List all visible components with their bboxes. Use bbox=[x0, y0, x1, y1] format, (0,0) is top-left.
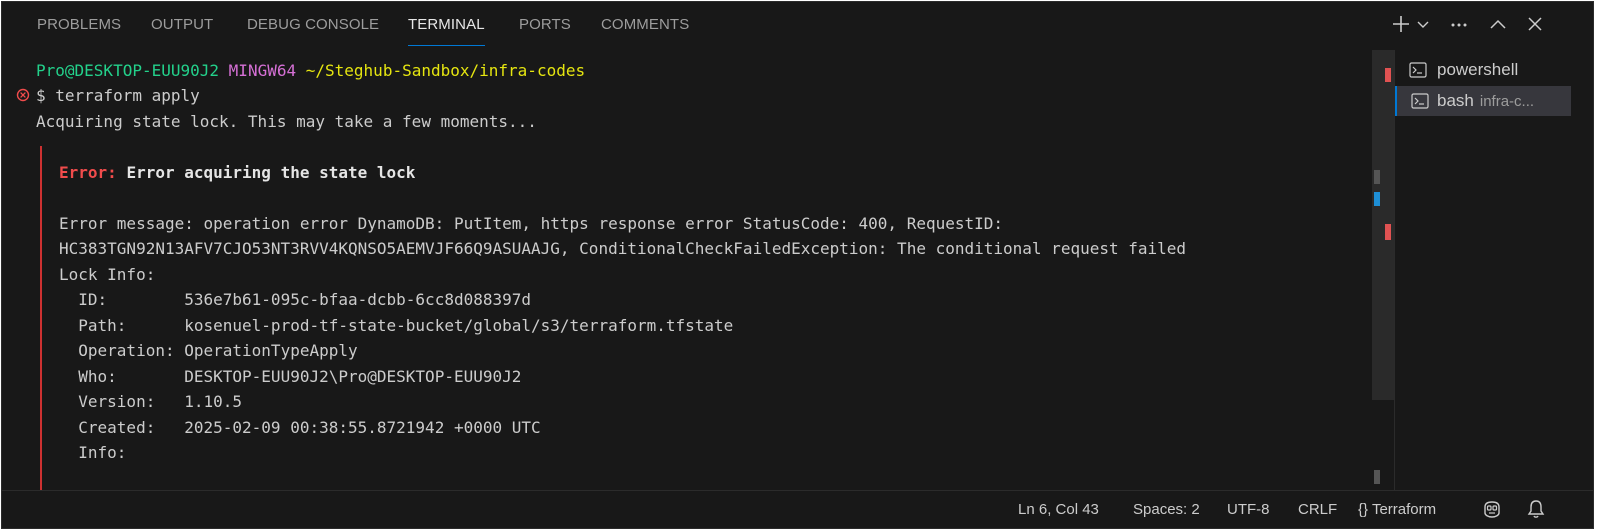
lock-info-key: Created: bbox=[59, 418, 185, 437]
terminal-tabs-list: powershell bash infra-c... bbox=[1394, 50, 1593, 490]
lock-info-key: Version: bbox=[59, 392, 185, 411]
terminal-tab-description: infra-c... bbox=[1479, 93, 1535, 110]
error-block-bar bbox=[40, 146, 42, 490]
lock-info-value: OperationTypeApply bbox=[184, 341, 358, 360]
prompt-user: Pro@DESKTOP-EUU90J2 bbox=[36, 61, 220, 80]
terminal-tab-label: powershell bbox=[1437, 60, 1519, 79]
tab-comments[interactable]: COMMENTS bbox=[601, 16, 689, 42]
acquiring-line: Acquiring state lock. This may take a fe… bbox=[36, 112, 537, 131]
terminal-output[interactable]: Pro@DESKTOP-EUU90J2 MINGW64 ~/Steghub-Sa… bbox=[2, 50, 1372, 490]
lock-info-value: 1.10.5 bbox=[184, 392, 243, 411]
terminal-panel: PROBLEMS OUTPUT DEBUG CONSOLE TERMINAL P… bbox=[1, 1, 1594, 529]
terminal-tab-label: bash infra-c... bbox=[1437, 91, 1534, 111]
error-marker bbox=[1385, 68, 1391, 82]
status-bar: Ln 6, Col 43 Spaces: 2 UTF-8 CRLF {} Ter… bbox=[2, 490, 1593, 528]
lock-info-value: 2025-02-09 00:38:55.8721942 +0000 UTC bbox=[184, 418, 541, 437]
prompt-line: Pro@DESKTOP-EUU90J2 MINGW64 ~/Steghub-Sa… bbox=[36, 58, 585, 83]
lock-info-key: ID: bbox=[59, 290, 185, 309]
terminal-tab-bash[interactable]: bash infra-c... bbox=[1395, 86, 1571, 116]
lock-info-row: Info: bbox=[59, 440, 126, 465]
error-marker bbox=[1385, 224, 1391, 240]
maximize-panel-icon[interactable] bbox=[1487, 14, 1509, 39]
language-mode[interactable]: {} Terraform bbox=[1358, 501, 1436, 518]
lock-info-value: DESKTOP-EUU90J2\Pro@DESKTOP-EUU90J2 bbox=[184, 367, 522, 386]
error-title-line: Error: Error acquiring the state lock bbox=[59, 160, 415, 185]
lock-info-key: Operation: bbox=[59, 341, 185, 360]
lock-info-key: Info: bbox=[59, 443, 127, 462]
lock-info-label: Lock Info: bbox=[59, 265, 156, 284]
command-failed-icon[interactable] bbox=[16, 88, 30, 102]
terminal-icon bbox=[1409, 62, 1427, 78]
ellipsis-icon[interactable] bbox=[1448, 14, 1470, 39]
error-label: Error: bbox=[59, 163, 117, 182]
selection-marker bbox=[1374, 192, 1380, 206]
plus-icon[interactable] bbox=[1390, 14, 1412, 39]
error-message-line-2: HC383TGN92N13AFV7CJO53NT3RVV4KQNSO5AEMVJ… bbox=[59, 239, 1187, 258]
prompt-path: ~/Steghub-Sandbox/infra-codes bbox=[305, 61, 586, 80]
terminal-tab-powershell[interactable]: powershell bbox=[1395, 55, 1569, 85]
braces-icon: {} bbox=[1358, 501, 1369, 518]
scroll-marker bbox=[1374, 170, 1380, 184]
terminal-scrollbar[interactable] bbox=[1372, 50, 1394, 400]
error-title: Error acquiring the state lock bbox=[126, 163, 416, 182]
lock-info-value: kosenuel-prod-tf-state-bucket/global/s3/… bbox=[184, 316, 734, 335]
terminal-tab-name: bash bbox=[1437, 91, 1474, 110]
prompt-env: MINGW64 bbox=[228, 61, 297, 80]
tab-ports[interactable]: PORTS bbox=[519, 16, 571, 42]
end-of-line[interactable]: CRLF bbox=[1298, 501, 1337, 518]
lock-info-row: Who: DESKTOP-EUU90J2\Pro@DESKTOP-EUU90J2 bbox=[59, 364, 521, 389]
lock-info-key: Path: bbox=[59, 316, 185, 335]
bell-icon[interactable] bbox=[1526, 498, 1546, 524]
tab-terminal[interactable]: TERMINAL bbox=[408, 16, 485, 46]
lock-info-row: Operation: OperationTypeApply bbox=[59, 338, 358, 363]
close-icon[interactable] bbox=[1524, 14, 1546, 39]
language-label: Terraform bbox=[1371, 501, 1437, 518]
lock-info-row: Version: 1.10.5 bbox=[59, 389, 242, 414]
panel-tab-bar: PROBLEMS OUTPUT DEBUG CONSOLE TERMINAL P… bbox=[2, 2, 1593, 50]
scroll-marker bbox=[1374, 470, 1380, 484]
error-message-line-1: Error message: operation error DynamoDB:… bbox=[59, 214, 1004, 233]
lock-info-row: Created: 2025-02-09 00:38:55.8721942 +00… bbox=[59, 415, 541, 440]
lock-info-value: 536e7b61-095c-bfaa-dcbb-6cc8d088397d bbox=[184, 290, 532, 309]
terminal-icon bbox=[1411, 93, 1429, 109]
tab-output[interactable]: OUTPUT bbox=[151, 16, 213, 42]
copilot-icon[interactable] bbox=[1481, 498, 1503, 524]
command-line: $ terraform apply bbox=[36, 86, 200, 105]
cursor-position[interactable]: Ln 6, Col 43 bbox=[1018, 501, 1099, 518]
chevron-down-icon[interactable] bbox=[1415, 14, 1431, 39]
lock-info-row: Path: kosenuel-prod-tf-state-bucket/glob… bbox=[59, 313, 733, 338]
tab-debug-console[interactable]: DEBUG CONSOLE bbox=[247, 16, 379, 42]
indentation[interactable]: Spaces: 2 bbox=[1133, 501, 1200, 518]
lock-info-key: Who: bbox=[59, 367, 185, 386]
tab-problems[interactable]: PROBLEMS bbox=[37, 16, 121, 42]
encoding[interactable]: UTF-8 bbox=[1227, 501, 1270, 518]
lock-info-row: ID: 536e7b61-095c-bfaa-dcbb-6cc8d088397d bbox=[59, 287, 531, 312]
